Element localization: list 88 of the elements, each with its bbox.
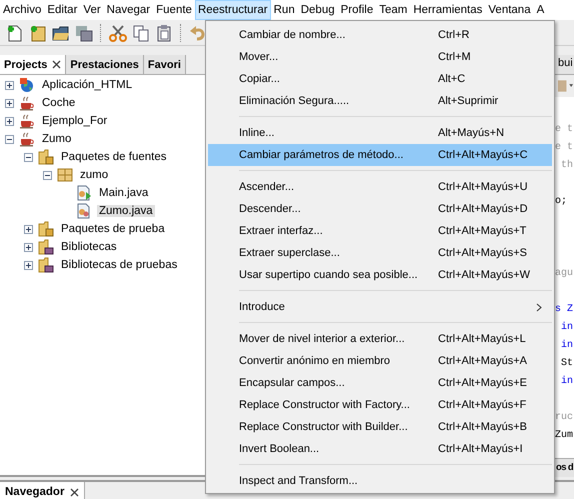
java-file-icon	[76, 185, 92, 201]
code-line: Zum	[555, 429, 574, 443]
package-icon	[57, 167, 73, 183]
new-file-icon[interactable]	[6, 24, 24, 42]
tree-item[interactable]: Bibliotecas	[59, 241, 119, 253]
folder-icon	[38, 239, 54, 255]
menu-bar-item[interactable]: Ventana	[485, 0, 534, 20]
menu-bar-item[interactable]: Archivo	[0, 0, 44, 20]
editor-tab[interactable]: bui	[557, 55, 574, 74]
panel-tab[interactable]: Projects	[0, 55, 66, 74]
menu-bar-item[interactable]: Navegar	[104, 0, 154, 20]
collapse-icon[interactable]	[24, 152, 33, 162]
menu-bar-item[interactable]: Herramientas	[410, 0, 486, 20]
cut-icon[interactable]	[109, 24, 127, 42]
menu-item[interactable]: Cambiar de nombre... Ctrl+R	[208, 24, 552, 46]
code-line: St	[560, 357, 574, 371]
menu-item[interactable]: Mover de nivel interior a exterior... Ctrl+Alt+Mayús+L	[208, 328, 552, 350]
panel-tab[interactable]: Prestaciones	[66, 55, 144, 74]
menu-item[interactable]: Inline... Alt+Mayús+N	[208, 122, 552, 144]
tree-item[interactable]: zumo	[78, 169, 110, 181]
menu-bar-item[interactable]: Profile	[338, 0, 376, 20]
panel-tab[interactable]: Navegador	[0, 482, 86, 499]
menu-item[interactable]: Ascender... Ctrl+Alt+Mayús+U	[208, 176, 552, 198]
menu-item[interactable]: Inspect and Transform...	[208, 470, 552, 492]
tree-item[interactable]: Zumo.java	[97, 205, 155, 217]
menu-item[interactable]: Invert Boolean... Ctrl+Alt+Mayús+I	[208, 438, 552, 460]
folder-icon	[38, 257, 54, 273]
tree-item[interactable]: Zumo	[40, 133, 74, 145]
copy-icon[interactable]	[132, 24, 150, 42]
coffee-cup-icon	[19, 95, 35, 111]
code-line: in	[560, 320, 574, 335]
expand-icon[interactable]	[5, 80, 14, 90]
menu-bar-item[interactable]: Team	[376, 0, 410, 20]
java-file-icon	[76, 203, 92, 219]
code-line: in	[560, 338, 574, 353]
folder-icon	[38, 149, 54, 165]
paste-icon[interactable]	[155, 24, 173, 42]
code-line: e t	[555, 123, 574, 137]
menu-item[interactable]: Cambiar parámetros de método... Ctrl+Alt+Mayús+C	[208, 144, 552, 166]
menu-bar-item[interactable]: A	[534, 0, 548, 20]
code-line: e t	[555, 141, 574, 155]
collapse-icon[interactable]	[5, 134, 14, 144]
folder-icon[interactable]	[52, 24, 70, 42]
menu-bar-item[interactable]: Editar	[44, 0, 80, 20]
menu-item[interactable]: Descender... Ctrl+Alt+Mayús+D	[208, 198, 552, 220]
coffee-cup-icon	[19, 131, 35, 147]
collapse-icon[interactable]	[43, 170, 52, 180]
menu-item[interactable]: Copiar... Alt+C	[208, 68, 552, 90]
expand-icon[interactable]	[5, 116, 14, 126]
menu-item[interactable]: Mover... Ctrl+M	[208, 46, 552, 68]
code-line: ruc	[555, 411, 574, 425]
menu-item[interactable]: Replace Constructor with Factory... Ctrl+Alt+Mayús+F	[208, 394, 552, 416]
tree-item[interactable]: Ejemplo_For	[40, 115, 110, 127]
tree-item[interactable]: Paquetes de fuentes	[59, 151, 168, 163]
menu-bar-item[interactable]: Fuente	[153, 0, 195, 20]
menu-item[interactable]: Extraer interfaz... Ctrl+Alt+Mayús+T	[208, 220, 552, 242]
folder-icon	[38, 221, 54, 237]
tree-item[interactable]: Main.java	[97, 187, 150, 199]
menu-bar-item[interactable]: Run	[270, 0, 298, 20]
toolbar-icon[interactable]	[557, 79, 574, 93]
expand-icon[interactable]	[5, 98, 14, 108]
code-line: s Z	[555, 303, 574, 317]
menu-item[interactable]: Introduce	[208, 296, 552, 318]
tree-item[interactable]: Paquetes de prueba	[59, 223, 167, 235]
menu-item[interactable]: Extraer superclase... Ctrl+Alt+Mayús+S	[208, 242, 552, 264]
menu-bar-item[interactable]: Debug	[298, 0, 338, 20]
close-icon[interactable]	[70, 488, 80, 496]
code-line: o;	[555, 195, 568, 209]
menu-item[interactable]: Convertir anónimo en miembro Ctrl+Alt+Mayús+A	[208, 350, 552, 372]
expand-icon[interactable]	[24, 260, 33, 270]
panel-tab[interactable]: Favori	[144, 55, 186, 74]
new-project-icon[interactable]	[29, 24, 47, 42]
tree-item[interactable]: Coche	[40, 97, 78, 109]
code-line: in	[560, 374, 574, 389]
menu-bar-item[interactable]: Reestructurar	[194, 0, 271, 20]
menu-item[interactable]: Replace Constructor with Builder... Ctrl+Alt+Mayús+B	[208, 416, 552, 438]
expand-icon[interactable]	[24, 242, 33, 252]
menu-item[interactable]: Eliminación Segura..... Alt+Suprimir	[208, 90, 552, 112]
coffee-cup-icon	[19, 113, 35, 129]
menu-item[interactable]: Usar supertipo cuando sea posible... Ctrl+Alt+Mayús+W	[208, 264, 552, 286]
code-line: th	[560, 158, 574, 173]
menu-item[interactable]: Encapsular campos... Ctrl+Alt+Mayús+E	[208, 372, 552, 394]
close-icon[interactable]	[52, 60, 62, 69]
globe-icon	[19, 77, 35, 93]
tree-item[interactable]: Bibliotecas de pruebas	[59, 259, 180, 271]
menu-bar-item[interactable]: Ver	[80, 0, 104, 20]
tree-item[interactable]: Aplicación_HTML	[40, 79, 134, 91]
expand-icon[interactable]	[24, 224, 33, 234]
